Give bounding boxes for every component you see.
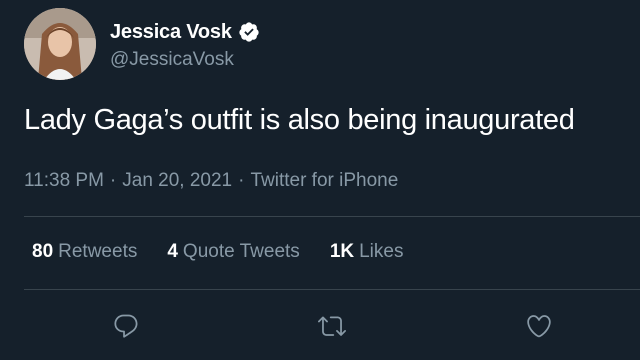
avatar[interactable] xyxy=(24,8,96,80)
likes-label: Likes xyxy=(359,241,404,262)
retweets-stat[interactable]: 80 Retweets xyxy=(32,241,137,263)
verified-badge-icon xyxy=(238,21,260,43)
divider xyxy=(24,216,640,217)
display-name-row: Jessica Vosk xyxy=(110,17,260,47)
quote-tweets-count: 4 xyxy=(167,241,178,262)
retweets-label: Retweets xyxy=(58,241,138,262)
retweet-icon xyxy=(318,316,346,336)
tweet-source[interactable]: Twitter for iPhone xyxy=(250,170,398,191)
reply-icon xyxy=(114,314,138,338)
meta-separator: · xyxy=(238,170,245,191)
retweets-count: 80 xyxy=(32,241,54,262)
tweet-time[interactable]: 11:38 PM xyxy=(24,170,104,191)
likes-count: 1K xyxy=(329,241,355,262)
likes-stat[interactable]: 1K Likes xyxy=(330,241,404,263)
tweet-header: Jessica Vosk @JessicaVosk xyxy=(24,8,260,80)
meta-separator: · xyxy=(109,170,117,191)
retweet-button[interactable] xyxy=(316,310,348,342)
like-icon xyxy=(527,315,551,338)
tweet-text: Lady Gaga’s outfit is also being inaugur… xyxy=(24,104,575,136)
engagement-stats: 80 Retweets 4 Quote Tweets 1K Likes xyxy=(32,241,433,263)
quote-tweets-label: Quote Tweets xyxy=(182,241,300,262)
author-handle[interactable]: @JessicaVosk xyxy=(110,49,260,71)
tweet-date[interactable]: Jan 20, 2021 xyxy=(122,170,232,191)
divider xyxy=(24,289,640,290)
display-name[interactable]: Jessica Vosk xyxy=(110,21,232,44)
like-button[interactable] xyxy=(523,310,555,342)
reply-button[interactable] xyxy=(110,310,142,342)
tweet-meta: 11:38 PM · Jan 20, 2021 · Twitter for iPhone xyxy=(24,170,398,192)
author-names: Jessica Vosk @JessicaVosk xyxy=(110,17,260,71)
tweet-detail: Jessica Vosk @JessicaVosk Lady Gaga’s ou… xyxy=(0,0,640,360)
quote-tweets-stat[interactable]: 4 Quote Tweets xyxy=(167,241,299,263)
